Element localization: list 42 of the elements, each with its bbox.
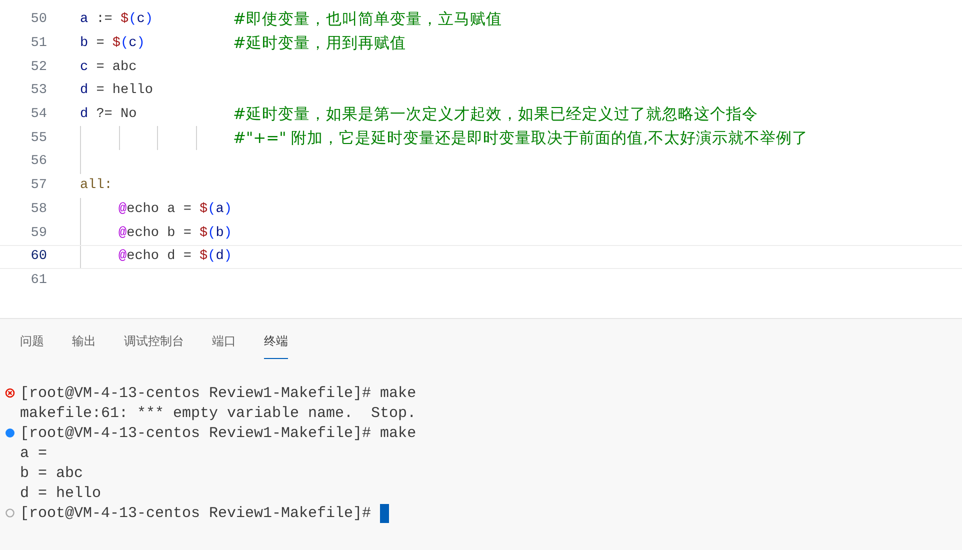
- code-text: b = $(c): [80, 36, 145, 52]
- line-number: 59: [30, 226, 47, 241]
- error-circle-icon: [5, 388, 15, 398]
- terminal-output: a =: [20, 444, 48, 462]
- terminal-command: [root@VM-4-13-centos Review1-Makefile]# make: [20, 384, 416, 402]
- terminal-output: d = hello: [20, 484, 102, 502]
- code-text: d = hello: [80, 83, 153, 98]
- line-number: 51: [30, 36, 47, 52]
- code-text: a := $(c): [80, 12, 153, 28]
- indent-guide: [118, 126, 120, 150]
- code-text: @echo a = $(a): [118, 202, 232, 217]
- panel-tab[interactable]: 问题: [20, 331, 44, 359]
- panel-tab[interactable]: 端口: [212, 331, 236, 359]
- panel-tab[interactable]: 输出: [72, 331, 96, 359]
- code-comment: #延时变量，用到再赋值: [233, 33, 406, 54]
- terminal-command: [root@VM-4-13-centos Review1-Makefile]#: [20, 504, 372, 522]
- code-comment: #"+=" 附加，它是延时变量还是即时变量取决于前面的值,不太好演示就不举例了: [233, 128, 808, 149]
- terminal-command: [root@VM-4-13-centos Review1-Makefile]# make: [20, 424, 416, 442]
- code-text: all:: [80, 178, 112, 194]
- code-text: d ?= No: [80, 107, 137, 122]
- indent-guide: [157, 126, 158, 150]
- terminal-output: makefile:61: *** empty variable name. Stop.: [20, 404, 416, 422]
- code-text: c = abc: [80, 60, 137, 75]
- line-number: 50: [30, 12, 47, 28]
- circle-icon: [5, 508, 15, 518]
- line-number: 57: [30, 178, 47, 194]
- panel-tab[interactable]: 调试控制台: [124, 331, 184, 359]
- line-number: 61: [30, 272, 47, 288]
- code-comment: #延时变量，如果是第一次定义才起效，如果已经定义过了就忽略这个指令: [233, 104, 758, 126]
- line-number: 60: [30, 249, 47, 264]
- line-number: 52: [30, 60, 47, 75]
- line-number: 56: [30, 154, 47, 170]
- panel-tab[interactable]: 终端: [264, 331, 288, 359]
- line-number: 53: [30, 83, 47, 98]
- terminal-output: b = abc: [20, 464, 84, 482]
- line-number: 55: [30, 130, 47, 146]
- line-number: 54: [30, 107, 47, 122]
- code-text: @echo d = $(d): [118, 249, 232, 264]
- dot-icon: [5, 428, 15, 438]
- line-number: 58: [30, 202, 47, 217]
- code-text: @echo b = $(b): [118, 226, 232, 241]
- code-comment: #即使变量，也叫简单变量，立马赋值: [233, 9, 502, 30]
